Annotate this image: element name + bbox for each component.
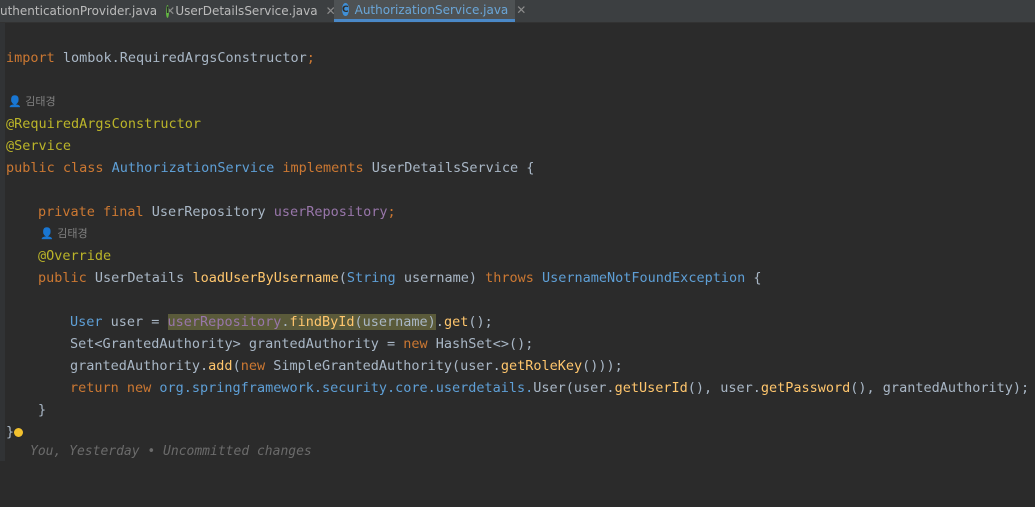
code-line-field: private final UserRepository userReposit… bbox=[38, 204, 396, 220]
code-line-close-brace: } bbox=[6, 424, 15, 440]
code-line-find-user: User user = userRepository.findById(user… bbox=[70, 314, 493, 330]
author-hint: 👤 김태경 bbox=[40, 227, 88, 240]
class-icon: C bbox=[342, 3, 349, 16]
code-line-return: return new org.springframework.security.… bbox=[70, 380, 1030, 396]
code-line-set: Set<GrantedAuthority> grantedAuthority =… bbox=[70, 336, 534, 352]
code-line-close-brace: } bbox=[38, 402, 47, 418]
editor-gutter bbox=[0, 23, 5, 461]
code-line-override: @Override bbox=[38, 248, 112, 264]
code-line-add: grantedAuthority.add(new SimpleGrantedAu… bbox=[70, 358, 623, 374]
code-line-class: public class AuthorizationService implem… bbox=[6, 160, 535, 176]
interface-icon: I bbox=[166, 4, 170, 18]
code-line-method: public UserDetails loadUserByUsername(St… bbox=[38, 270, 762, 286]
tab-label: uthenticationProvider.java bbox=[0, 4, 158, 18]
code-line-import: import lombok.RequiredArgsConstructor; bbox=[6, 50, 315, 66]
editor-tab-bar: uthenticationProvider.java ✕ I UserDetai… bbox=[0, 0, 1035, 23]
tab-label: AuthorizationService.java bbox=[354, 2, 509, 17]
lightbulb-icon[interactable] bbox=[14, 428, 23, 437]
code-line-annotation: @Service bbox=[6, 138, 72, 154]
tab-label: UserDetailsService.java bbox=[175, 4, 318, 18]
close-icon[interactable]: ✕ bbox=[516, 3, 526, 17]
git-blame-hint: You, Yesterday • Uncommitted changes bbox=[30, 444, 312, 459]
tab-authentication-provider[interactable]: uthenticationProvider.java ✕ bbox=[0, 0, 175, 22]
tab-authorization-service[interactable]: C AuthorizationService.java ✕ bbox=[334, 0, 526, 22]
author-hint: 👤 김태경 bbox=[8, 95, 56, 108]
code-line-annotation: @RequiredArgsConstructor bbox=[6, 116, 202, 132]
tab-user-details-service[interactable]: I UserDetailsService.java ✕ bbox=[166, 0, 336, 22]
